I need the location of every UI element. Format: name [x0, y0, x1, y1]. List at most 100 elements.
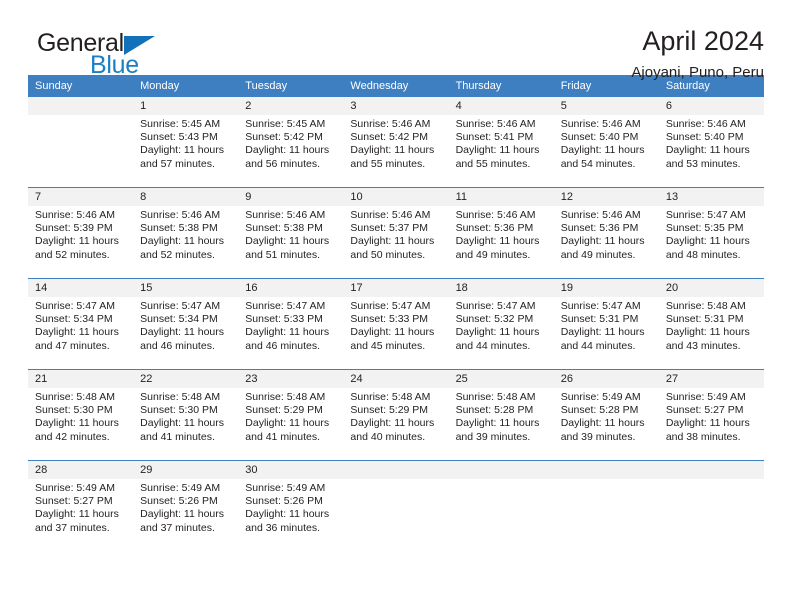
- day-cell[interactable]: 20 Sunrise: 5:48 AM Sunset: 5:31 PM Dayligh…: [658, 279, 764, 369]
- sunset-text: Sunset: 5:39 PM: [35, 222, 113, 235]
- sunrise-text: Sunrise: 5:46 AM: [665, 118, 746, 130]
- day-cell[interactable]: 10 Sunrise: 5:46 AM Sunset: 5:37 PM Dayligh…: [343, 188, 449, 278]
- day-cell[interactable]: 1 Sunrise: 5:45 AM Sunset: 5:43 PM Daylight…: [133, 97, 239, 187]
- day-cell[interactable]: 13 Sunrise: 5:47 AM Sunset: 5:35 PM Dayligh…: [658, 188, 764, 278]
- day-cell[interactable]: 14 Sunrise: 5:47 AM Sunset: 5:34 PM Dayligh…: [28, 279, 134, 369]
- day-number: 2: [238, 97, 344, 115]
- day-number: 11: [448, 188, 554, 206]
- sunrise-text: Sunrise: 5:49 AM: [560, 391, 641, 403]
- sunrise-text: Sunrise: 5:46 AM: [140, 209, 221, 221]
- day-cell[interactable]: 30 Sunrise: 5:49 AM Sunset: 5:26 PM Dayligh…: [238, 461, 344, 551]
- sunset-text: Sunset: 5:36 PM: [560, 222, 639, 235]
- day-info: Sunrise: 5:49 AM Sunset: 5:26 PM Daylight:…: [133, 479, 238, 551]
- day-cell[interactable]: 8 Sunrise: 5:46 AM Sunset: 5:38 PM Daylight…: [133, 188, 239, 278]
- day-cell[interactable]: 29 Sunrise: 5:49 AM Sunset: 5:26 PM Dayligh…: [133, 461, 239, 551]
- day-number: 27: [658, 370, 764, 388]
- page-header: General Blue April 2024 Ajoyani, Puno, P…: [28, 0, 764, 82]
- day-cell[interactable]: 16 Sunrise: 5:47 AM Sunset: 5:33 PM Dayligh…: [238, 279, 344, 369]
- sunrise-text: Sunrise: 5:45 AM: [245, 118, 326, 130]
- day-info: Sunrise: 5:47 AM Sunset: 5:34 PM Daylight:…: [28, 297, 133, 369]
- day-number: 24: [343, 370, 449, 388]
- calendar-grid: Sunday Monday Tuesday Wednesday Thursday Frid…: [28, 75, 764, 551]
- day-info: Sunrise: 5:48 AM Sunset: 5:29 PM Daylight:…: [343, 388, 448, 460]
- day-info: [659, 479, 764, 551]
- day-cell[interactable]: 9 Sunrise: 5:46 AM Sunset: 5:38 PM Daylight…: [238, 188, 344, 278]
- day-cell[interactable]: 24 Sunrise: 5:48 AM Sunset: 5:29 PM Dayligh…: [343, 370, 449, 460]
- day-number: 10: [343, 188, 449, 206]
- sunset-text: Sunset: 5:38 PM: [245, 222, 323, 235]
- day-info: Sunrise: 5:47 AM Sunset: 5:35 PM Daylight:…: [659, 206, 764, 278]
- week-row: 1 Sunrise: 5:45 AM Sunset: 5:43 PM Daylight…: [28, 97, 764, 187]
- daylight-text: Daylight: 11 hours and 44 minutes.: [455, 326, 540, 352]
- calendar-page: General Blue April 2024 Ajoyani, Puno, P…: [0, 0, 792, 612]
- sunrise-text: Sunrise: 5:47 AM: [140, 300, 221, 312]
- sunrise-text: Sunrise: 5:49 AM: [35, 482, 115, 494]
- day-cell[interactable]: 2 Sunrise: 5:45 AM Sunset: 5:42 PM Daylight…: [238, 97, 344, 187]
- day-cell[interactable]: 17 Sunrise: 5:47 AM Sunset: 5:33 PM Dayligh…: [343, 279, 449, 369]
- day-number: 4: [448, 97, 554, 115]
- week-cells: 28 Sunrise: 5:49 AM Sunset: 5:27 PM Dayligh…: [28, 461, 764, 551]
- day-info: Sunrise: 5:49 AM Sunset: 5:28 PM Daylight:…: [554, 388, 659, 460]
- daylight-text: Daylight: 11 hours and 47 minutes.: [35, 326, 119, 352]
- day-cell[interactable]: 28 Sunrise: 5:49 AM Sunset: 5:27 PM Dayligh…: [28, 461, 134, 551]
- daylight-text: Daylight: 11 hours and 39 minutes.: [560, 417, 645, 443]
- daylight-text: Daylight: 11 hours and 56 minutes.: [245, 144, 330, 170]
- sunset-text: Sunset: 5:36 PM: [455, 222, 534, 235]
- day-cell[interactable]: 12 Sunrise: 5:46 AM Sunset: 5:36 PM Dayligh…: [553, 188, 659, 278]
- daylight-text: Daylight: 11 hours and 38 minutes.: [665, 417, 750, 443]
- sunrise-text: Sunrise: 5:47 AM: [560, 300, 641, 312]
- sunset-text: Sunset: 5:29 PM: [350, 404, 429, 417]
- day-cell[interactable]: 25 Sunrise: 5:48 AM Sunset: 5:28 PM Dayligh…: [448, 370, 554, 460]
- day-info: Sunrise: 5:49 AM Sunset: 5:27 PM Daylight:…: [659, 388, 764, 460]
- day-cell[interactable]: 27 Sunrise: 5:49 AM Sunset: 5:27 PM Dayligh…: [658, 370, 764, 460]
- sunset-text: Sunset: 5:40 PM: [665, 131, 744, 144]
- day-number: 25: [448, 370, 554, 388]
- sunrise-text: Sunrise: 5:47 AM: [245, 300, 326, 312]
- sunrise-text: Sunrise: 5:49 AM: [665, 391, 746, 403]
- day-cell[interactable]: 7 Sunrise: 5:46 AM Sunset: 5:39 PM Daylight…: [28, 188, 134, 278]
- weekday-header-tuesday: Tuesday: [245, 80, 288, 92]
- weekday-header-wednesday: Wednesday: [350, 80, 409, 92]
- day-number: 26: [553, 370, 659, 388]
- day-cell[interactable]: 3 Sunrise: 5:46 AM Sunset: 5:42 PM Daylight…: [343, 97, 449, 187]
- day-number: 16: [238, 279, 344, 297]
- sunset-text: Sunset: 5:33 PM: [245, 313, 323, 326]
- daylight-text: Daylight: 11 hours and 44 minutes.: [560, 326, 645, 352]
- sunset-text: Sunset: 5:28 PM: [455, 404, 534, 417]
- sunset-text: Sunset: 5:42 PM: [350, 131, 429, 144]
- day-info: Sunrise: 5:47 AM Sunset: 5:32 PM Daylight:…: [449, 297, 554, 369]
- sunrise-text: Sunrise: 5:47 AM: [350, 300, 431, 312]
- day-cell[interactable]: 23 Sunrise: 5:48 AM Sunset: 5:29 PM Dayligh…: [238, 370, 344, 460]
- title-block: April 2024 Ajoyani, Puno, Peru: [631, 26, 764, 82]
- day-cell[interactable]: 5 Sunrise: 5:46 AM Sunset: 5:40 PM Daylight…: [553, 97, 659, 187]
- general-blue-logo[interactable]: General Blue: [28, 27, 178, 79]
- sunset-text: Sunset: 5:26 PM: [245, 495, 323, 508]
- day-number: 8: [133, 188, 239, 206]
- sunset-text: Sunset: 5:28 PM: [560, 404, 639, 417]
- page-title: April 2024: [642, 26, 764, 56]
- day-cell[interactable]: 18 Sunrise: 5:47 AM Sunset: 5:32 PM Dayligh…: [448, 279, 554, 369]
- day-cell[interactable]: 26 Sunrise: 5:49 AM Sunset: 5:28 PM Dayligh…: [553, 370, 659, 460]
- daylight-text: Daylight: 11 hours and 43 minutes.: [665, 326, 750, 352]
- day-cell[interactable]: 4 Sunrise: 5:46 AM Sunset: 5:41 PM Daylight…: [448, 97, 554, 187]
- day-info: Sunrise: 5:46 AM Sunset: 5:36 PM Daylight:…: [449, 206, 554, 278]
- daylight-text: Daylight: 11 hours and 49 minutes.: [560, 235, 645, 261]
- day-cell-empty: [28, 97, 134, 187]
- day-info: [343, 479, 448, 551]
- day-cell[interactable]: 22 Sunrise: 5:48 AM Sunset: 5:30 PM Dayligh…: [133, 370, 239, 460]
- day-cell[interactable]: 11 Sunrise: 5:46 AM Sunset: 5:36 PM Dayligh…: [448, 188, 554, 278]
- day-info: Sunrise: 5:45 AM Sunset: 5:42 PM Daylight:…: [238, 115, 343, 187]
- day-info: Sunrise: 5:47 AM Sunset: 5:31 PM Daylight:…: [554, 297, 659, 369]
- day-cell[interactable]: 15 Sunrise: 5:47 AM Sunset: 5:34 PM Dayligh…: [133, 279, 239, 369]
- day-cell[interactable]: 6 Sunrise: 5:46 AM Sunset: 5:40 PM Daylight…: [658, 97, 764, 187]
- day-cell[interactable]: 19 Sunrise: 5:47 AM Sunset: 5:31 PM Dayligh…: [553, 279, 659, 369]
- daylight-text: Daylight: 11 hours and 52 minutes.: [35, 235, 119, 261]
- day-cell[interactable]: 21 Sunrise: 5:48 AM Sunset: 5:30 PM Dayligh…: [28, 370, 134, 460]
- weekday-header-thursday: Thursday: [455, 80, 502, 92]
- day-number: 17: [343, 279, 449, 297]
- weekday-header-saturday: Saturday: [665, 80, 710, 92]
- sunset-text: Sunset: 5:31 PM: [560, 313, 639, 326]
- sunrise-text: Sunrise: 5:46 AM: [350, 209, 431, 221]
- daylight-text: Daylight: 11 hours and 37 minutes.: [140, 508, 224, 534]
- day-number: 5: [553, 97, 659, 115]
